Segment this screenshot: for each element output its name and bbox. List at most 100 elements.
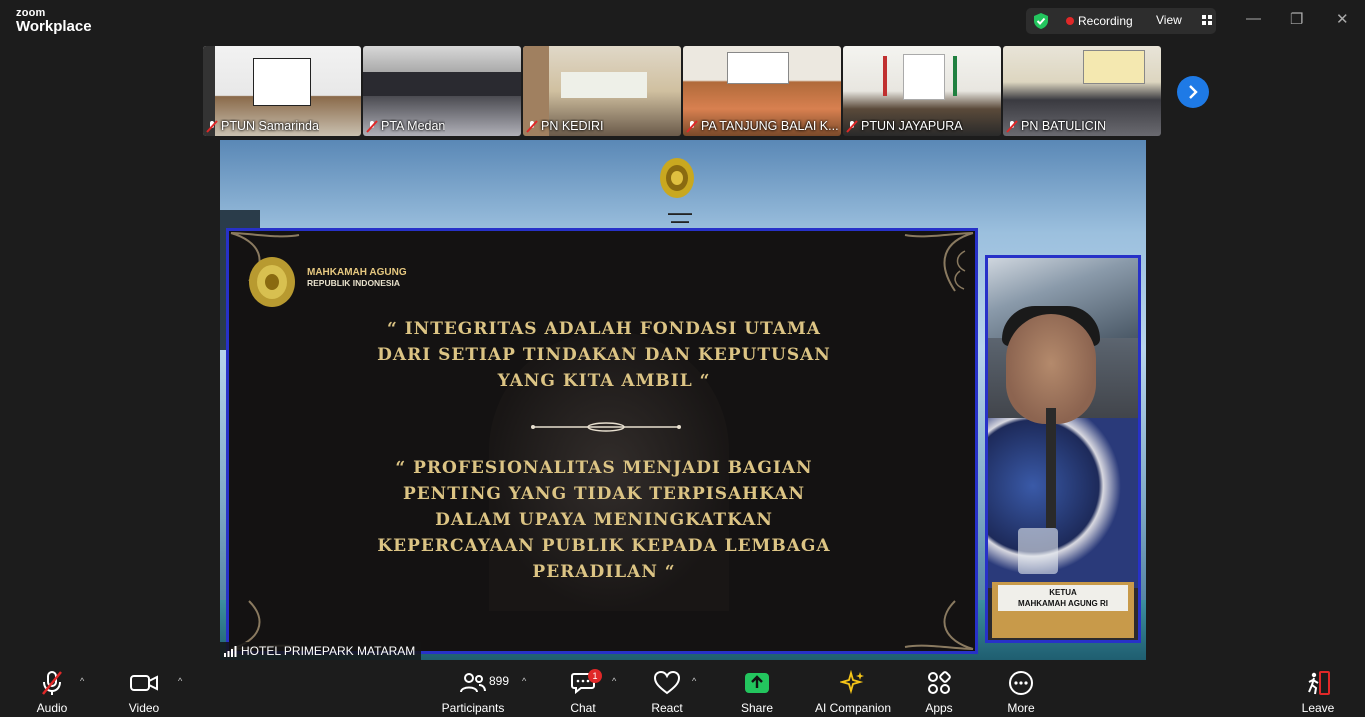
quote-integrity: “ INTEGRITAS ADALAH FONDASI UTAMA DARI S… [349,316,859,394]
video-label: Video [128,701,160,715]
apps-button[interactable]: Apps [916,668,962,715]
ai-companion-button[interactable]: AI Companion [810,668,896,715]
chat-options-caret-icon[interactable]: ^ [612,676,616,686]
audio-options-caret-icon[interactable]: ^ [80,676,84,686]
chat-label: Chat [570,701,596,715]
participant-thumbnail[interactable]: PTA Medan [363,46,521,136]
meeting-status-bar: Recording View [1026,8,1216,34]
more-icon [1009,671,1033,695]
zoom-logo: zoom Workplace [16,8,92,35]
water-glass [1018,528,1058,574]
speaker-body [988,418,1138,588]
quote-professionalism: “ PROFESIONALITAS MENJADI BAGIAN PENTING… [349,455,859,585]
quote-line: PERADILAN “ [532,562,676,582]
participant-thumbnail[interactable]: PN BATULICIN [1003,46,1161,136]
apps-icon [928,671,951,694]
title-bar: zoom Workplace Recording View — ❐ ✕ [0,0,1365,44]
apps-label: Apps [925,701,953,715]
name-plaque: KETUA MAHKAMAH AGUNG RI [992,582,1134,638]
video-button[interactable]: Video [120,668,168,715]
participant-name: PTUN Samarinda [221,119,319,133]
participant-thumbnail[interactable]: PA TANJUNG BALAI K... [683,46,841,136]
mic-muted-icon [526,119,538,133]
meeting-toolbar: Audio ^ Video ^ Participants 899 ^ Chat … [0,662,1365,717]
react-label: React [651,701,683,715]
view-button[interactable]: View [1156,13,1182,27]
chat-unread-badge: 1 [588,669,602,683]
audio-button[interactable]: Audio [28,668,76,715]
quote-line: PENTING YANG TIDAK TERPISAHKAN [402,484,806,504]
chevron-right-icon [1189,85,1198,99]
participant-name: PTUN JAYAPURA [861,119,963,133]
quote-line: KEPERCAYAAN PUBLIK KEPADA LEMBAGA [377,536,831,556]
minimize-button[interactable]: — [1246,10,1261,27]
brand-bottom: Workplace [16,18,92,35]
mic-muted-icon [42,671,62,695]
ornament-corner-icon [904,600,974,650]
more-button[interactable]: More [998,668,1044,715]
signal-strength-icon [224,645,237,657]
heart-icon [654,671,680,695]
audio-label: Audio [36,701,68,715]
participant-name: PN KEDIRI [541,119,604,133]
microphone-icon [1046,408,1056,528]
participants-options-caret-icon[interactable]: ^ [522,676,526,686]
participants-icon [460,673,486,693]
speaker-video: KETUA MAHKAMAH AGUNG RI [985,255,1141,643]
quote-line: “ INTEGRITAS ADALAH FONDASI UTAMA [387,319,821,339]
participant-name: PA TANJUNG BALAI K... [701,119,838,133]
participants-count: 899 [489,674,510,688]
ornament-corner-icon [904,232,974,292]
quote-line: DALAM UPAYA MENINGKATKAN [435,510,773,530]
video-options-caret-icon[interactable]: ^ [178,676,182,686]
next-page-button[interactable] [1177,76,1209,108]
mic-muted-icon [1006,119,1018,133]
video-camera-icon [130,675,158,691]
quote-line: DARI SETIAP TINDAKAN DAN KEPUTUSAN [377,345,831,365]
mic-muted-icon [686,119,698,133]
recording-dot-icon [1066,17,1074,25]
court-logo-icon [249,257,295,307]
more-label: More [1007,701,1035,715]
presentation-slide: MAHKAMAH AGUNG REPUBLIK INDONESIA “ INTE… [226,228,978,654]
participant-thumbnail[interactable]: PN KEDIRI [523,46,681,136]
react-options-caret-icon[interactable]: ^ [692,676,696,686]
presenter-name-tag: HOTEL PRIMEPARK MATARAM [220,642,422,660]
restore-button[interactable]: ❐ [1290,10,1303,28]
participant-thumbnail[interactable]: PTUN JAYAPURA [843,46,1001,136]
participants-label: Participants [441,701,505,715]
leave-door-icon [1308,671,1330,695]
quote-line: YANG KITA AMBIL “ [497,371,711,391]
mic-muted-icon [206,119,218,133]
presenter-name: HOTEL PRIMEPARK MATARAM [241,644,416,658]
emblem-caption-decoration: ▬▬▬▬ ▬▬▬ [668,211,692,225]
leave-button[interactable]: Leave [1296,668,1340,715]
participant-thumbnail[interactable]: PTUN Samarinda [203,46,361,136]
security-shield-icon[interactable] [1032,12,1050,30]
shared-screen: ▬▬▬▬ ▬▬▬ MAHKAMAH AGUNG REPUBLIK INDONESI… [220,140,1146,660]
sparkle-icon [840,670,864,695]
plaque-line2: MAHKAMAH AGUNG RI [1018,599,1108,608]
leave-label: Leave [1301,701,1335,715]
ai-companion-label: AI Companion [814,701,892,715]
participant-name: PTA Medan [381,119,446,133]
mic-muted-icon [366,119,378,133]
grid-view-icon[interactable] [1202,15,1212,25]
participant-name: PN BATULICIN [1021,119,1107,133]
institution-line1: MAHKAMAH AGUNG [307,267,407,278]
recording-label[interactable]: Recording [1078,14,1133,28]
share-screen-icon [745,673,769,693]
close-button[interactable]: ✕ [1336,10,1349,28]
institution-line2: REPUBLIK INDONESIA [307,278,401,288]
quote-line: “ PROFESIONALITAS MENJADI BAGIAN [395,458,813,478]
ornament-corner-icon [230,600,300,650]
court-emblem-icon [660,158,694,198]
ornamental-divider-icon [531,422,681,432]
react-button[interactable]: React [644,668,690,715]
participant-thumbnail-strip: PTUN Samarinda PTA Medan PN KEDIRI PA TA… [203,46,1165,138]
plaque-line1: KETUA [1049,588,1077,597]
share-label: Share [740,701,774,715]
mic-muted-icon [846,119,858,133]
share-button[interactable]: Share [734,668,780,715]
institution-name: MAHKAMAH AGUNG REPUBLIK INDONESIA [307,267,407,289]
